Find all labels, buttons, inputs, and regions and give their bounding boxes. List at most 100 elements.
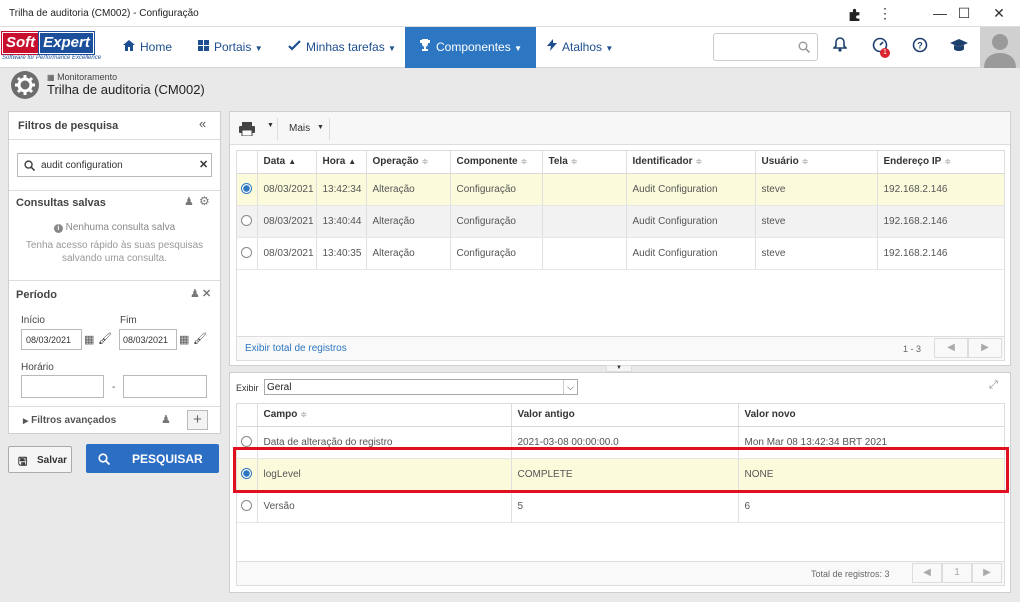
broom-icon[interactable]: ♟ xyxy=(161,413,171,426)
previous-page-button[interactable]: ◀ xyxy=(912,563,942,583)
start-date-value: 08/03/2021 xyxy=(26,335,72,345)
row-radio[interactable] xyxy=(241,215,253,227)
help-icon[interactable]: ? xyxy=(910,37,930,57)
time-end-input[interactable] xyxy=(123,375,207,398)
cell-endereco-ip: 192.168.2.146 xyxy=(877,237,1004,270)
expand-icon[interactable]: ⤢ xyxy=(989,379,998,392)
toolbar: ▼ Mais ▼ xyxy=(230,112,1010,145)
nav-componentes[interactable]: Componentes ▼ xyxy=(405,27,536,68)
nav-atalhos[interactable]: Atalhos ▼ xyxy=(547,27,613,68)
column-valor-antigo-label: Valor antigo xyxy=(517,409,575,421)
notifications-bell-icon[interactable] xyxy=(830,37,850,57)
end-date-input[interactable]: 08/03/2021 xyxy=(119,329,177,350)
grid-footer: Exibir total de registros 1 - 3 ◀ ▶ xyxy=(237,336,1004,360)
broom-icon[interactable]: ♟ xyxy=(190,287,200,300)
splitter-handle[interactable]: ▼ xyxy=(606,365,632,372)
period-title: Período xyxy=(16,289,57,301)
row-radio[interactable] xyxy=(241,436,253,448)
next-page-button[interactable]: ▶ xyxy=(968,338,1002,358)
nav-portais[interactable]: Portais ▼ xyxy=(198,27,263,68)
column-header-tela[interactable]: Tela ≑ xyxy=(542,151,627,174)
more-menu-button[interactable]: Mais ▼ xyxy=(280,118,330,140)
more-label: Mais xyxy=(289,123,311,134)
bolt-icon xyxy=(547,39,557,51)
user-avatar[interactable] xyxy=(980,27,1020,68)
column-header-hora[interactable]: Hora ▲ xyxy=(316,151,367,174)
column-data-label: Data xyxy=(263,156,286,168)
table-row[interactable]: 08/03/2021 13:40:44 Alteração Configuraç… xyxy=(237,205,1004,238)
search-icon xyxy=(24,160,35,171)
settings-gear-icon[interactable]: ⚙ xyxy=(199,194,210,208)
calendar-icon[interactable]: ▦ xyxy=(84,333,94,346)
softexpert-logo[interactable]: Soft Expert Software for Performance Exce… xyxy=(2,32,104,62)
info-icon: i xyxy=(53,224,63,233)
column-header-valor-novo[interactable]: Valor novo xyxy=(738,404,1004,427)
table-row[interactable]: 08/03/2021 13:42:34 Alteração Configuraç… xyxy=(237,173,1004,206)
page-number[interactable]: 1 xyxy=(942,563,972,583)
previous-page-button[interactable]: ◀ xyxy=(934,338,968,358)
time-start-input[interactable] xyxy=(21,375,104,398)
table-row[interactable]: 08/03/2021 13:40:35 Alteração Configuraç… xyxy=(237,237,1004,270)
filters-title: Filtros de pesquisa xyxy=(18,120,119,132)
nav-home[interactable]: Home xyxy=(123,27,172,68)
show-select-value: Geral xyxy=(267,382,292,393)
nav-minhas-tarefas[interactable]: Minhas tarefas ▼ xyxy=(288,27,396,68)
column-header-valor-antigo[interactable]: Valor antigo xyxy=(511,404,739,427)
column-usuario-label: Usuário xyxy=(761,156,799,168)
cell-endereco-ip: 192.168.2.146 xyxy=(877,205,1004,238)
column-hora-label: Hora xyxy=(322,156,346,168)
select-column-header xyxy=(237,151,258,174)
row-radio-selected[interactable] xyxy=(241,183,253,195)
calendar-icon[interactable]: ▦ xyxy=(179,333,189,346)
svg-text:?: ? xyxy=(917,41,923,51)
start-date-input[interactable]: 08/03/2021 xyxy=(21,329,82,350)
row-radio-selected[interactable] xyxy=(241,468,253,480)
global-search-input[interactable] xyxy=(713,33,818,61)
row-radio[interactable] xyxy=(241,500,253,512)
print-button[interactable]: ▼ xyxy=(234,118,278,140)
column-header-campo[interactable]: Campo ≑ xyxy=(257,404,512,427)
show-total-link[interactable]: Exibir total de registros xyxy=(245,343,347,354)
cell-tela xyxy=(542,205,627,238)
select-column-header xyxy=(237,404,258,427)
logo-text-1: Soft xyxy=(2,32,40,54)
saved-queries-empty: i Nenhuma consulta salva xyxy=(9,222,220,233)
column-header-operacao[interactable]: Operação ≑ xyxy=(366,151,451,174)
start-label: Início xyxy=(21,315,45,326)
cell-data: 08/03/2021 xyxy=(257,205,317,238)
column-header-endereco-ip[interactable]: Endereço IP ≑ xyxy=(877,151,1004,174)
column-header-data[interactable]: Data ▲ xyxy=(257,151,317,174)
show-select[interactable]: Geral ⌵ xyxy=(264,379,578,395)
chevron-down-icon: ▼ xyxy=(254,44,263,53)
filter-search-input[interactable]: audit configuration ✕ xyxy=(17,153,212,177)
paint-brush-icon[interactable]: 🖌︎ xyxy=(193,332,207,345)
monitoring-gear-icon xyxy=(11,71,39,99)
column-header-usuario[interactable]: Usuário ≑ xyxy=(755,151,878,174)
table-row[interactable]: logLevel COMPLETE NONE xyxy=(237,458,1004,491)
next-page-button[interactable]: ▶ xyxy=(972,563,1002,583)
collapse-panel-icon[interactable]: « xyxy=(199,116,206,131)
paint-brush-icon[interactable]: 🖌︎ xyxy=(98,332,112,345)
time-separator: - xyxy=(112,382,116,393)
clear-period-icon[interactable]: ✕ xyxy=(202,287,211,300)
sort-asc-icon: ▲ xyxy=(288,157,297,167)
cell-usuario: steve xyxy=(755,205,878,238)
row-radio[interactable] xyxy=(241,247,253,259)
save-query-button[interactable]: 🖫 Salvar xyxy=(8,446,72,473)
column-header-identificador[interactable]: Identificador ≑ xyxy=(626,151,756,174)
broom-icon[interactable]: ♟ xyxy=(184,195,194,208)
advanced-filters-toggle[interactable]: ▶ Filtros avançados xyxy=(23,415,116,426)
cell-componente: Configuração xyxy=(450,237,543,270)
search-button[interactable]: PESQUISAR xyxy=(86,444,219,473)
graduation-cap-icon[interactable] xyxy=(949,37,969,57)
clear-search-icon[interactable]: ✕ xyxy=(199,158,208,171)
close-button[interactable]: ✕ xyxy=(976,0,1020,27)
speedometer-icon[interactable]: 1 xyxy=(870,37,890,58)
table-row[interactable]: Versão 5 6 xyxy=(237,490,1004,523)
search-filters-panel: Filtros de pesquisa « audit configuratio… xyxy=(8,111,221,434)
search-button-label: PESQUISAR xyxy=(132,452,203,466)
more-options-icon[interactable]: ⋮ xyxy=(862,0,908,27)
column-header-componente[interactable]: Componente ≑ xyxy=(450,151,543,174)
add-filter-button[interactable]: + xyxy=(187,410,208,430)
table-row[interactable]: Data de alteração do registro 2021-03-08… xyxy=(237,426,1004,459)
